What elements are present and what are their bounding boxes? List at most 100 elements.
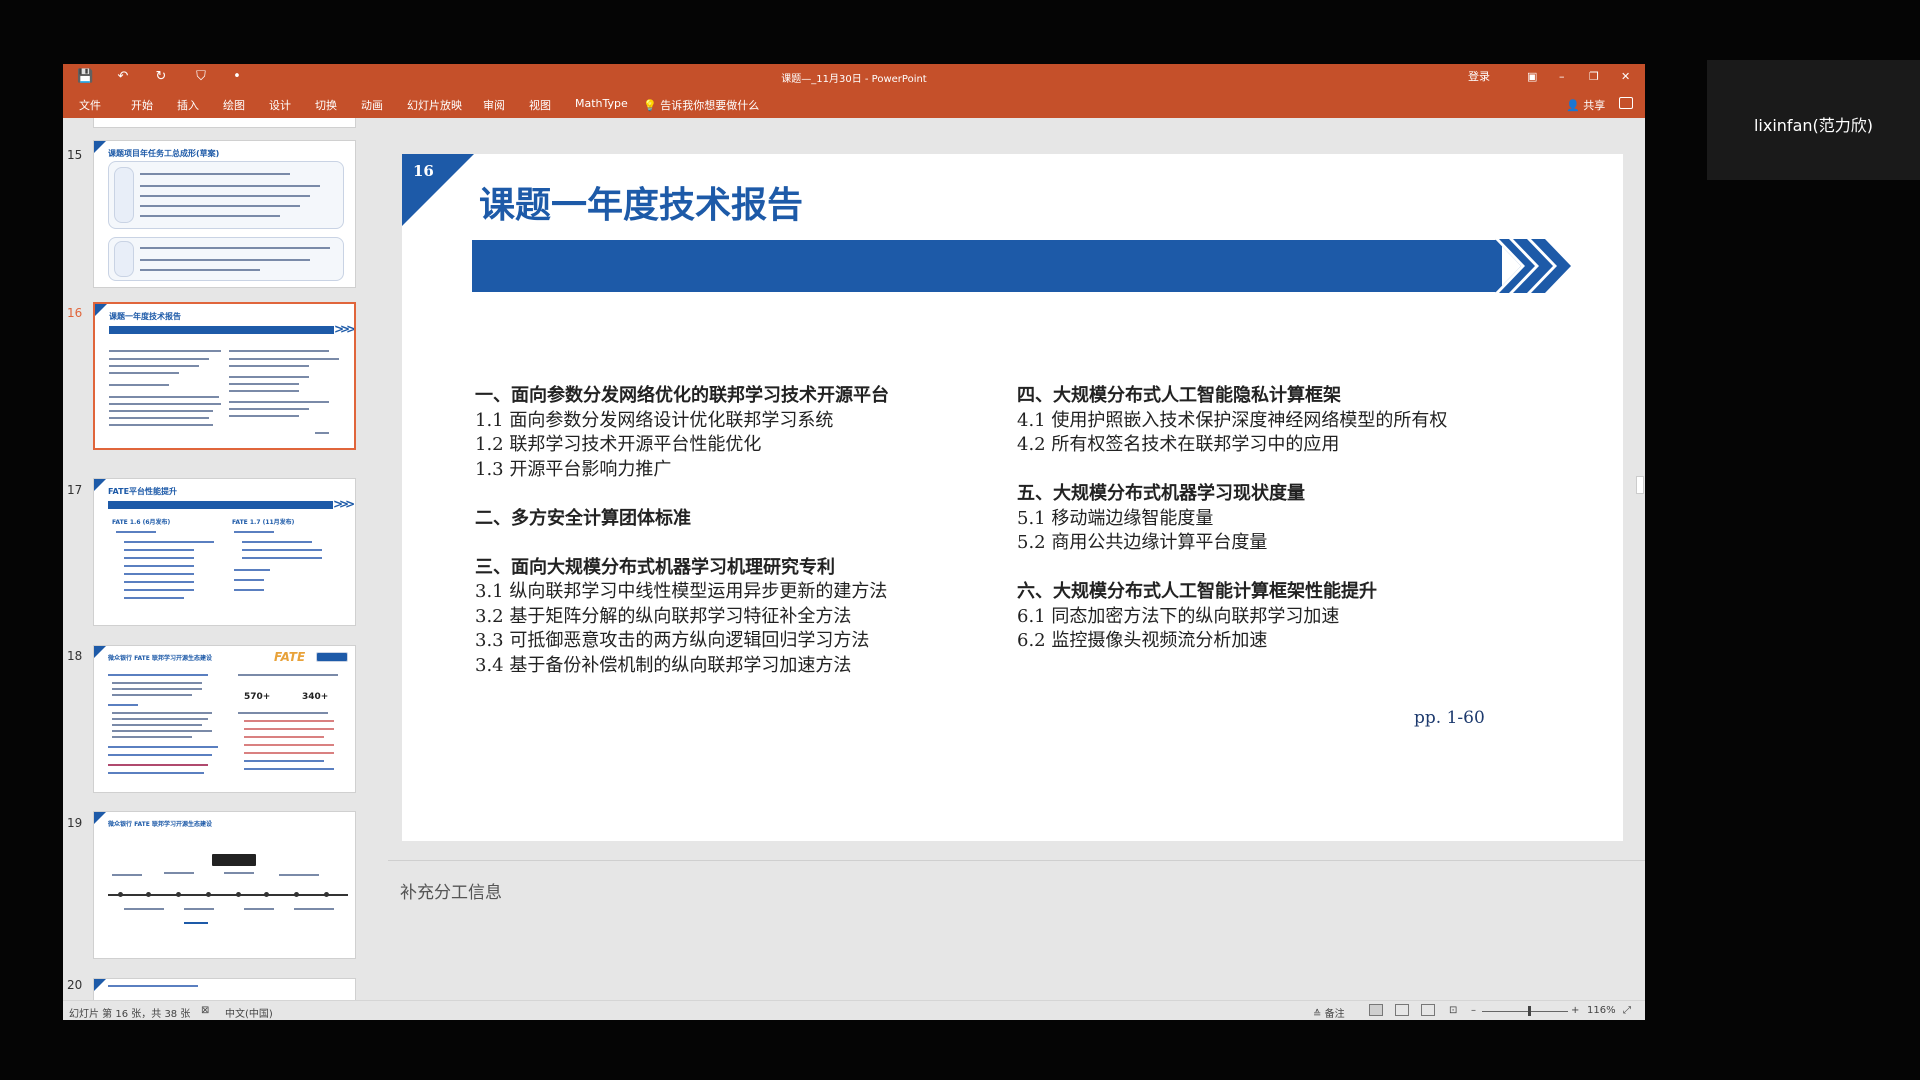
zoom-slider[interactable] (1482, 1011, 1568, 1012)
tab-slideshow[interactable]: 幻灯片放映 (407, 97, 462, 113)
zoom-out-icon[interactable]: – (1471, 1005, 1476, 1016)
thumbnail-15[interactable]: 课题项目年任务工总成形(草案) (93, 140, 356, 288)
ribbon-display-icon[interactable]: ▣ (1527, 69, 1537, 85)
thumb-title: 课题项目年任务工总成形(草案) (108, 149, 220, 158)
tab-mathtype[interactable]: MathType (575, 97, 628, 110)
thumb-text-line (244, 752, 334, 754)
thumb-text-line (109, 410, 213, 412)
thumbnail-14[interactable] (93, 118, 356, 128)
section-item: 3.1 纵向联邦学习中线性模型运用异步更新的建方法 (475, 581, 888, 602)
thumb-stat-2: 340+ (302, 692, 329, 702)
signin-link[interactable]: 登录 (1468, 69, 1490, 85)
comments-icon[interactable] (1619, 97, 1633, 109)
thumb-text-line (140, 185, 320, 187)
thumb-text-line (184, 922, 208, 924)
person-icon: 👤 (1566, 99, 1580, 112)
slide-thumbnails-pane: 15 课题项目年任务工总成形(草案) 16 课题一年度技术报告 >>> 17 F… (63, 118, 388, 1000)
thumb-text-line (294, 908, 334, 910)
slide-sorter-icon[interactable] (1395, 1004, 1409, 1016)
thumb-text-line (124, 549, 194, 551)
thumb-text-line (229, 408, 309, 410)
thumb-text-line (234, 531, 274, 533)
thumb-text-line (229, 365, 309, 367)
tab-review[interactable]: 审阅 (483, 97, 505, 113)
tell-me-search[interactable]: 💡 告诉我你想要做什么 (643, 97, 759, 113)
thumbnail-17[interactable]: FATE平台性能提升 >>> FATE 1.6 (6月发布) FATE 1.7 … (93, 478, 356, 626)
thumb-timeline-dot (324, 892, 329, 897)
tab-animations[interactable]: 动画 (361, 97, 383, 113)
notes-icon: ≙ (1313, 1009, 1322, 1020)
thumb-chevron-icon: >>> (334, 322, 354, 336)
current-slide[interactable]: 16 课题一年度技术报告 一、面向参数分发网络优化的联邦学习技术开源平台 1.1 … (402, 154, 1623, 841)
slide-number-badge: 16 (413, 162, 434, 180)
thumb-title: 微众银行 FATE 联邦学习开源生态建设 (108, 821, 212, 828)
thumb-fate-logo: FATE (274, 650, 306, 664)
title-banner (472, 240, 1502, 292)
tab-file[interactable]: 文件 (79, 97, 101, 113)
thumbnail-16-selected[interactable]: 课题一年度技术报告 >>> (93, 302, 356, 450)
thumb-text-line (184, 908, 214, 910)
notes-text[interactable]: 补充分工信息 (400, 878, 502, 903)
thumb-text-line (244, 744, 334, 746)
thumb-text-line (112, 694, 192, 696)
thumbnail-number-17: 17 (67, 483, 83, 497)
notes-divider[interactable] (388, 860, 1645, 861)
slide-title[interactable]: 课题一年度技术报告 (479, 176, 803, 228)
section-item: 1.2 联邦学习技术开源平台性能优化 (475, 434, 762, 455)
thumb-text-line (124, 597, 184, 599)
thumb-text-line (108, 746, 218, 748)
thumb-text-line (140, 205, 300, 207)
thumb-text-line (109, 372, 179, 374)
zoom-slider-handle[interactable] (1528, 1006, 1532, 1016)
notes-toggle[interactable]: ≙ 备注 (1313, 1005, 1345, 1020)
tab-insert[interactable]: 插入 (177, 97, 199, 113)
thumb-text-line (108, 704, 138, 706)
share-button[interactable]: 👤 共享 (1566, 97, 1605, 113)
close-icon[interactable]: ✕ (1621, 69, 1630, 85)
thumbnail-18[interactable]: 微众银行 FATE 联邦学习开源生态建设 FATE 570+ 340+ (93, 645, 356, 793)
thumb-text-line (244, 768, 334, 770)
thumbnail-20[interactable] (93, 978, 356, 1000)
thumb-corner (95, 304, 107, 316)
thumb-text-line (108, 985, 198, 987)
thumbnail-number-16: 16 (67, 306, 83, 320)
thumb-corner (94, 479, 106, 491)
tab-home[interactable]: 开始 (131, 97, 153, 113)
thumb-timeline-dot (146, 892, 151, 897)
thumb-text-line (112, 874, 142, 876)
thumb-text-line (140, 195, 310, 197)
restore-icon[interactable]: ❐ (1589, 69, 1599, 85)
right-content-column[interactable]: 四、大规模分布式人工智能隐私计算框架 4.1 使用护照嵌入技术保护深度神经网络模型… (1017, 384, 1447, 654)
language-indicator[interactable]: 中文(中国) (225, 1005, 273, 1020)
thumb-text-line (244, 760, 324, 762)
thumb-text-line (109, 396, 219, 398)
section-heading: 二、多方安全计算团体标准 (475, 507, 691, 529)
thumbnail-19[interactable]: 微众银行 FATE 联邦学习开源生态建设 (93, 811, 356, 959)
thumb-text-line (244, 720, 334, 722)
tab-view[interactable]: 视图 (529, 97, 551, 113)
left-content-column[interactable]: 一、面向参数分发网络优化的联邦学习技术开源平台 1.1 面向参数分发网络设计优化联… (475, 384, 889, 678)
vertical-scrollbar-thumb[interactable] (1636, 476, 1644, 494)
zoom-in-icon[interactable]: + (1571, 1005, 1579, 1016)
tab-transitions[interactable]: 切换 (315, 97, 337, 113)
slideshow-icon[interactable]: ⊡ (1449, 1005, 1457, 1016)
thumb-text-line (116, 531, 156, 533)
normal-view-icon[interactable] (1369, 1004, 1383, 1016)
tab-design[interactable]: 设计 (269, 97, 291, 113)
tell-me-label: 告诉我你想要做什么 (660, 99, 760, 112)
minimize-icon[interactable]: – (1559, 69, 1565, 85)
thumb-text-line (279, 874, 319, 876)
zoom-level[interactable]: 116% (1587, 1005, 1616, 1016)
thumb-text-line (109, 384, 169, 386)
thumb-subheading-left: FATE 1.6 (6月发布) (112, 519, 171, 526)
reading-view-icon[interactable] (1421, 1004, 1435, 1016)
tab-draw[interactable]: 绘图 (223, 97, 245, 113)
thumb-text-line (124, 573, 194, 575)
section-item: 3.2 基于矩阵分解的纵向联邦学习特征补全方法 (475, 605, 852, 627)
fit-to-window-icon[interactable]: ⤢ (1623, 1005, 1631, 1016)
spellcheck-icon[interactable]: ⊠ (201, 1005, 209, 1016)
thumb-text-line (109, 424, 213, 426)
thumb-timeline-dot (176, 892, 181, 897)
thumb-text-line (234, 579, 264, 581)
